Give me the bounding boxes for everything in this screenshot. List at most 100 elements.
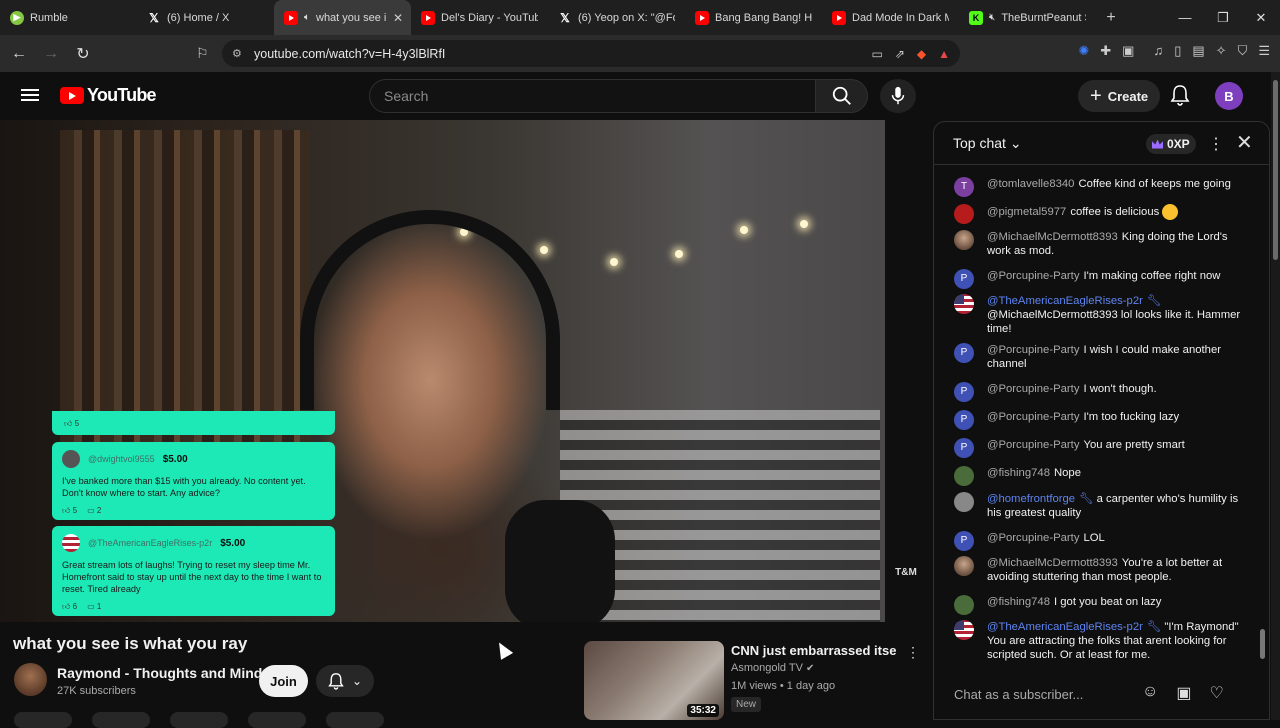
forward-icon[interactable]: → [38,45,64,63]
browser-tab[interactable]: ▶ Rumble [0,0,137,35]
share-button[interactable] [92,712,150,728]
browser-tab[interactable]: Del's Diary - YouTube [411,0,548,35]
chat-scrollbar[interactable] [1260,629,1265,659]
join-button[interactable]: Join [259,665,308,697]
chat-menu-icon[interactable]: ⋮ [1208,134,1224,154]
chat-author[interactable]: @Porcupine-Party [987,383,1079,395]
xp-label: 0XP [1167,137,1190,151]
chat-author[interactable]: @Porcupine-Party [987,532,1079,544]
chat-author[interactable]: @fishing748 [987,596,1050,608]
minimize-icon[interactable]: — [1166,10,1204,25]
browser-tab-strip: ▶ Rumble 𝕏 (6) Home / X 🔈︎ what you see i ✕ … [0,0,1280,35]
speaker-icon[interactable]: 🔈︎ [304,12,310,23]
notifications-button[interactable] [1170,84,1190,111]
chat-author[interactable]: @MichaelMcDermott8393 [987,231,1118,243]
browser-tab[interactable]: 𝕏 (6) Home / X [137,0,274,35]
maximize-icon[interactable]: ❐ [1204,10,1242,26]
chat-author[interactable]: @TheAmericanEagleRises-p2r [987,295,1143,307]
avatar [954,204,974,224]
chat-author[interactable]: @pigmetal5977 [987,206,1066,218]
wallet-icon[interactable]: ▤ [1192,43,1204,59]
heart-icon[interactable]: ♡ [1209,683,1223,703]
video-player[interactable]: 👍︎ 5 @dwightvol9555 $5.00 I've banked mor… [0,120,885,622]
chat-message: @TheAmericanEagleRises-p2r 🔧︎ "I'm Raymon… [954,620,1244,662]
recommended-title[interactable]: CNN just embarrassed itself.. [731,643,896,658]
create-label: Create [1107,88,1149,104]
browser-tab[interactable]: K 🔇︎ TheBurntPeanut S [959,0,1096,35]
more-options-icon[interactable]: ⋮ [906,644,920,661]
page-scrollbar[interactable] [1271,72,1280,720]
chat-placeholder: Chat as a subscriber... [954,686,1084,702]
brave-rewards-icon[interactable]: ▲ [938,47,950,61]
chat-author[interactable]: @MichaelMcDermott8393 [987,557,1118,569]
guide-menu-icon[interactable] [21,86,39,104]
chat-author[interactable]: @Porcupine-Party [987,411,1079,423]
shield-icon[interactable]: ⛉ [1238,43,1248,59]
recommended-thumbnail[interactable]: 35:32 [584,641,724,720]
close-window-icon[interactable]: ✕ [1242,10,1280,26]
muted-icon[interactable]: 🔇︎ [989,12,995,23]
chat-author[interactable]: @Porcupine-Party [987,344,1079,356]
leo-ai-icon[interactable]: ✧ [1216,43,1227,59]
browser-tab[interactable]: 𝕏 (6) Yeop on X: "@Fors [548,0,685,35]
chat-text: I won't though. [1083,383,1157,395]
menu-icon[interactable]: ☰ [1258,43,1270,59]
browser-tab[interactable]: Bang Bang Bang! HD [685,0,822,35]
chat-text: I'm too fucking lazy [1083,411,1180,423]
browser-tab[interactable]: Dad Mode In Dark M [822,0,959,35]
chat-author[interactable]: @Porcupine-Party [987,270,1079,282]
channel-name[interactable]: Raymond - Thoughts and Mind [57,665,262,681]
wrench-icon: 🔧︎ [1146,295,1162,307]
vpn-icon[interactable]: ✺ [1078,43,1089,59]
avatar: P [954,382,974,402]
url-field[interactable]: ⚙ youtube.com/watch?v=H-4y3lBlRfI ▭ ⇗ ◆ … [222,40,960,67]
extensions-icon[interactable]: ✚ [1100,43,1111,59]
subscription-bell-button[interactable]: ⌄ [316,665,374,697]
chat-author[interactable]: @fishing748 [987,467,1050,479]
chat-author[interactable]: @TheAmericanEagleRises-p2r [987,621,1143,633]
account-avatar[interactable]: B [1215,82,1243,110]
create-button[interactable]: + Create [1078,80,1161,112]
search-button[interactable] [816,79,868,113]
subscriber-count: 27K subscribers [57,685,136,697]
sidebar-icon[interactable]: ▯ [1174,43,1181,59]
browser-tab-active[interactable]: 🔈︎ what you see i ✕ [274,0,411,35]
emoji-icon[interactable]: ☺ [1142,683,1158,703]
new-tab-button[interactable]: + [1096,9,1126,27]
chat-author[interactable]: @Porcupine-Party [987,439,1079,451]
chat-input[interactable]: Chat as a subscriber... [954,679,1134,709]
chat-author[interactable]: @tomlavelle8340 [987,178,1074,190]
recommended-channel[interactable]: Asmongold TV ✔ [731,662,814,674]
crown-icon [1152,139,1163,149]
brave-shield-icon[interactable]: ◆ [917,47,926,61]
like-button[interactable] [14,712,72,728]
download-button[interactable] [170,712,228,728]
avatar [954,595,974,615]
close-tab-icon[interactable]: ✕ [393,11,403,25]
reload-icon[interactable]: ↻ [70,44,96,64]
youtube-logo[interactable]: YouTube [60,85,157,106]
chevron-down-icon: ⌄ [1009,135,1022,151]
super-chat-icon[interactable]: ▣ [1176,683,1191,703]
site-info-icon[interactable]: ⚙ [232,47,242,60]
page-scrollbar-thumb[interactable] [1273,80,1278,260]
xp-badge[interactable]: 0XP [1146,134,1196,154]
cast-icon[interactable]: ▭ [871,47,882,61]
close-chat-icon[interactable]: ✕ [1236,130,1253,155]
search-input[interactable]: Search [369,79,816,113]
channel-avatar[interactable] [14,663,47,696]
chat-message: @MichaelMcDermott8393 You're a lot better… [954,556,1244,584]
avatar: P [954,531,974,551]
share-icon[interactable]: ⇗ [895,47,905,61]
media-icon[interactable]: ♫ [1153,43,1163,59]
top-chat-dropdown[interactable]: Top chat ⌄ [953,135,1022,152]
superchat-replies: 2 [96,505,102,515]
back-icon[interactable]: ← [6,45,32,63]
clip-button[interactable] [248,712,306,728]
bookmark-icon[interactable]: ⚐ [196,45,209,62]
voice-search-button[interactable] [880,79,916,113]
chat-message: P @Porcupine-Party You are pretty smart [954,438,1244,458]
chat-author[interactable]: @homefrontforge [987,493,1075,505]
more-actions-button[interactable] [326,712,384,728]
screenshot-icon[interactable]: ▣ [1122,43,1134,59]
